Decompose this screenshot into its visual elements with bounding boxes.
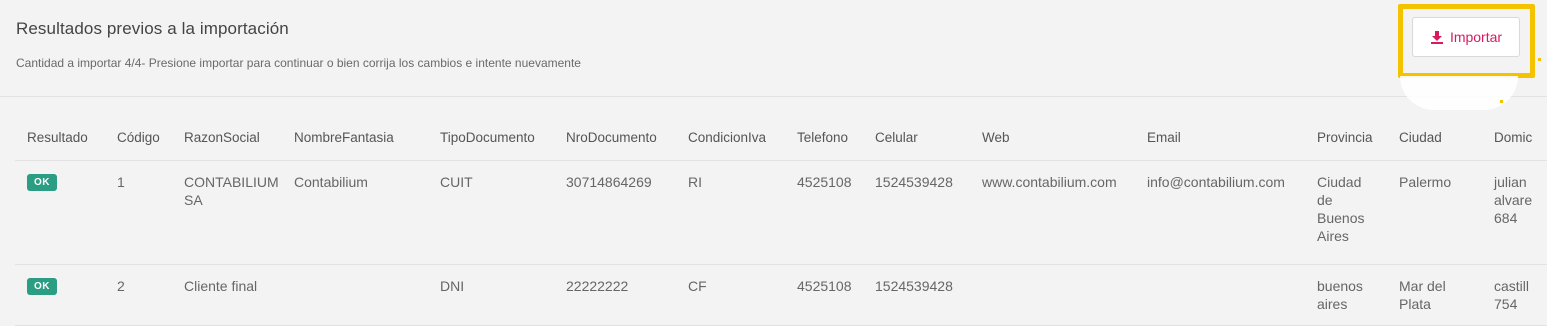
- column-header: Email: [1147, 130, 1181, 145]
- cell-domicilio: castill 754: [1494, 278, 1530, 312]
- cell-domicilio: julian alvare 684: [1494, 174, 1533, 226]
- page-header: Resultados previos a la importación Cant…: [0, 0, 1547, 97]
- import-preview-table: Resultado Código RazonSocial NombreFanta…: [15, 117, 1547, 326]
- cell-email: info@contabilium.com: [1147, 174, 1285, 190]
- highlight-shadow: [1400, 76, 1518, 110]
- column-header: RazonSocial: [184, 130, 260, 145]
- cell-web: www.contabilium.com: [982, 174, 1117, 190]
- cell-tipo-documento: DNI: [440, 278, 465, 294]
- page-subtitle: Cantidad a importar 4/4- Presione import…: [16, 56, 581, 70]
- cell-ciudad: Palermo: [1399, 174, 1452, 190]
- cell-nombre-fantasia: Contabilium: [294, 174, 368, 190]
- cell-telefono: 4525108: [797, 174, 852, 190]
- table-row[interactable]: OK 1 CONTABILIUM SA Contabilium CUIT 3071…: [15, 161, 1547, 265]
- cell-nro-documento: 30714864269: [566, 174, 652, 190]
- column-header: Provincia: [1317, 130, 1373, 145]
- column-header: NombreFantasia: [294, 130, 394, 145]
- import-button-label: Importar: [1449, 29, 1503, 45]
- page-title: Resultados previos a la importación: [16, 19, 289, 38]
- cell-razon-social: CONTABILIUM SA: [184, 174, 279, 208]
- highlight-mark: [1500, 100, 1503, 103]
- column-header: Ciudad: [1399, 130, 1442, 145]
- column-header: Telefono: [797, 130, 849, 145]
- column-header: Resultado: [27, 130, 88, 145]
- cell-condicion-iva: RI: [688, 174, 702, 190]
- cell-codigo: 2: [117, 278, 125, 294]
- cell-ciudad: Mar del Plata: [1399, 278, 1446, 312]
- table-row[interactable]: OK 2 Cliente final DNI 22222222 CF 45251…: [15, 265, 1547, 326]
- cell-codigo: 1: [117, 174, 125, 190]
- column-header: Domic: [1494, 130, 1533, 145]
- cell-telefono: 4525108: [797, 278, 852, 294]
- cell-provincia: buenos aires: [1317, 278, 1363, 312]
- cell-tipo-documento: CUIT: [440, 174, 473, 190]
- cell-razon-social: Cliente final: [184, 278, 258, 294]
- cell-celular: 1524539428: [875, 278, 953, 294]
- column-header: Celular: [875, 130, 918, 145]
- table-header: Resultado Código RazonSocial NombreFanta…: [15, 117, 1547, 161]
- status-badge: OK: [27, 278, 57, 295]
- highlight-mark: [1538, 58, 1541, 61]
- column-header: TipoDocumento: [440, 130, 535, 145]
- cell-provincia: Ciudad de Buenos Aires: [1317, 174, 1365, 244]
- download-icon: [1430, 31, 1443, 44]
- cell-condicion-iva: CF: [688, 278, 707, 294]
- status-badge: OK: [27, 174, 57, 191]
- cell-nro-documento: 22222222: [566, 278, 629, 294]
- column-header: Web: [982, 130, 1010, 145]
- cell-celular: 1524539428: [875, 174, 953, 190]
- column-header: CondicionIva: [688, 130, 767, 145]
- import-button[interactable]: Importar: [1412, 17, 1520, 57]
- column-header: Código: [117, 130, 160, 145]
- column-header: NroDocumento: [566, 130, 657, 145]
